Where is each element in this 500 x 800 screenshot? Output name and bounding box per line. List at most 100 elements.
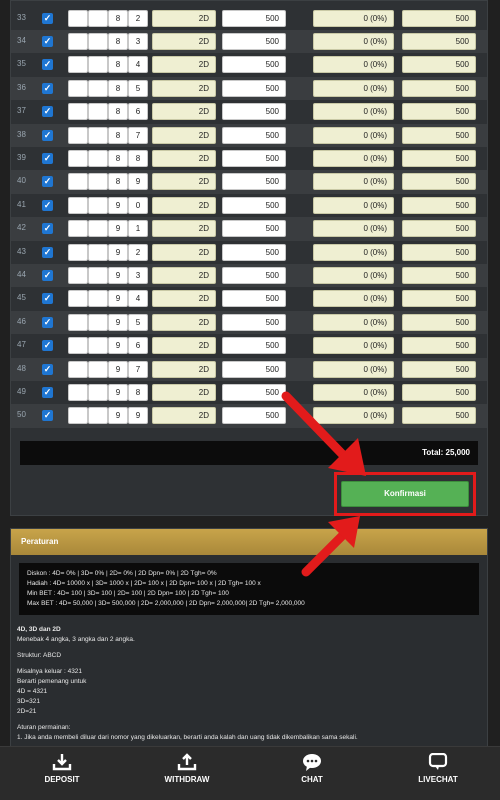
- digit-2-input[interactable]: [88, 407, 108, 425]
- digit-3-input[interactable]: 9: [108, 266, 128, 284]
- digit-1-input[interactable]: [68, 32, 88, 50]
- digit-2-input[interactable]: [88, 383, 108, 401]
- bet-amount-input[interactable]: 500: [222, 220, 286, 238]
- digit-2-input[interactable]: [88, 313, 108, 331]
- digit-2-input[interactable]: [88, 9, 108, 27]
- row-checkbox[interactable]: ✓: [42, 59, 53, 71]
- digit-4-input[interactable]: 4: [128, 56, 148, 74]
- row-checkbox[interactable]: ✓: [42, 176, 53, 188]
- digit-3-input[interactable]: 9: [108, 360, 128, 378]
- nav-withdraw[interactable]: WITHDRAW: [137, 747, 237, 800]
- digit-4-input[interactable]: 7: [128, 126, 148, 144]
- digit-1-input[interactable]: [68, 9, 88, 27]
- row-checkbox[interactable]: ✓: [42, 82, 53, 94]
- row-checkbox[interactable]: ✓: [42, 152, 53, 164]
- digit-3-input[interactable]: 8: [108, 103, 128, 121]
- confirm-button[interactable]: Konfirmasi: [341, 481, 469, 507]
- digit-4-input[interactable]: 4: [128, 290, 148, 308]
- bet-amount-input[interactable]: 500: [222, 196, 286, 214]
- digit-1-input[interactable]: [68, 126, 88, 144]
- digit-3-input[interactable]: 9: [108, 243, 128, 261]
- bet-amount-input[interactable]: 500: [222, 383, 286, 401]
- row-checkbox[interactable]: ✓: [42, 199, 53, 211]
- digit-2-input[interactable]: [88, 79, 108, 97]
- nav-deposit[interactable]: DEPOSIT: [12, 747, 112, 800]
- digit-1-input[interactable]: [68, 149, 88, 167]
- digit-4-input[interactable]: 8: [128, 383, 148, 401]
- bet-amount-input[interactable]: 500: [222, 337, 286, 355]
- digit-3-input[interactable]: 8: [108, 79, 128, 97]
- digit-1-input[interactable]: [68, 196, 88, 214]
- digit-4-input[interactable]: 6: [128, 337, 148, 355]
- row-checkbox[interactable]: ✓: [42, 12, 53, 24]
- digit-4-input[interactable]: 9: [128, 407, 148, 425]
- digit-3-input[interactable]: 9: [108, 383, 128, 401]
- digit-4-input[interactable]: 3: [128, 32, 148, 50]
- nav-livechat[interactable]: LIVECHAT: [388, 747, 488, 800]
- digit-1-input[interactable]: [68, 290, 88, 308]
- row-checkbox[interactable]: ✓: [42, 293, 53, 305]
- bet-amount-input[interactable]: 500: [222, 56, 286, 74]
- row-checkbox[interactable]: ✓: [42, 35, 53, 47]
- bet-amount-input[interactable]: 500: [222, 126, 286, 144]
- row-checkbox[interactable]: ✓: [42, 269, 53, 281]
- bet-amount-input[interactable]: 500: [222, 79, 286, 97]
- digit-4-input[interactable]: 5: [128, 79, 148, 97]
- bet-amount-input[interactable]: 500: [222, 9, 286, 27]
- digit-1-input[interactable]: [68, 243, 88, 261]
- digit-4-input[interactable]: 7: [128, 360, 148, 378]
- digit-3-input[interactable]: 8: [108, 9, 128, 27]
- digit-3-input[interactable]: 8: [108, 173, 128, 191]
- digit-1-input[interactable]: [68, 407, 88, 425]
- digit-4-input[interactable]: 8: [128, 149, 148, 167]
- digit-3-input[interactable]: 9: [108, 220, 128, 238]
- digit-2-input[interactable]: [88, 220, 108, 238]
- bet-amount-input[interactable]: 500: [222, 103, 286, 121]
- digit-1-input[interactable]: [68, 313, 88, 331]
- digit-2-input[interactable]: [88, 266, 108, 284]
- digit-4-input[interactable]: 2: [128, 9, 148, 27]
- digit-3-input[interactable]: 9: [108, 313, 128, 331]
- digit-3-input[interactable]: 8: [108, 149, 128, 167]
- bet-amount-input[interactable]: 500: [222, 266, 286, 284]
- row-checkbox[interactable]: ✓: [42, 129, 53, 141]
- row-checkbox[interactable]: ✓: [42, 340, 53, 352]
- digit-1-input[interactable]: [68, 266, 88, 284]
- bet-amount-input[interactable]: 500: [222, 407, 286, 425]
- digit-1-input[interactable]: [68, 56, 88, 74]
- digit-1-input[interactable]: [68, 337, 88, 355]
- bet-amount-input[interactable]: 500: [222, 290, 286, 308]
- digit-2-input[interactable]: [88, 290, 108, 308]
- digit-2-input[interactable]: [88, 196, 108, 214]
- digit-2-input[interactable]: [88, 173, 108, 191]
- digit-1-input[interactable]: [68, 220, 88, 238]
- row-checkbox[interactable]: ✓: [42, 363, 53, 375]
- digit-3-input[interactable]: 8: [108, 32, 128, 50]
- digit-2-input[interactable]: [88, 360, 108, 378]
- digit-4-input[interactable]: 9: [128, 173, 148, 191]
- digit-4-input[interactable]: 6: [128, 103, 148, 121]
- bet-amount-input[interactable]: 500: [222, 360, 286, 378]
- digit-4-input[interactable]: 1: [128, 220, 148, 238]
- bet-amount-input[interactable]: 500: [222, 149, 286, 167]
- row-checkbox[interactable]: ✓: [42, 246, 53, 258]
- digit-3-input[interactable]: 9: [108, 196, 128, 214]
- digit-1-input[interactable]: [68, 383, 88, 401]
- row-checkbox[interactable]: ✓: [42, 316, 53, 328]
- digit-2-input[interactable]: [88, 56, 108, 74]
- row-checkbox[interactable]: ✓: [42, 223, 53, 235]
- row-checkbox[interactable]: ✓: [42, 386, 53, 398]
- digit-1-input[interactable]: [68, 360, 88, 378]
- digit-2-input[interactable]: [88, 243, 108, 261]
- digit-1-input[interactable]: [68, 173, 88, 191]
- digit-3-input[interactable]: 8: [108, 126, 128, 144]
- digit-3-input[interactable]: 9: [108, 290, 128, 308]
- digit-4-input[interactable]: 3: [128, 266, 148, 284]
- bet-amount-input[interactable]: 500: [222, 243, 286, 261]
- digit-2-input[interactable]: [88, 32, 108, 50]
- bet-amount-input[interactable]: 500: [222, 173, 286, 191]
- digit-3-input[interactable]: 8: [108, 56, 128, 74]
- digit-4-input[interactable]: 2: [128, 243, 148, 261]
- digit-2-input[interactable]: [88, 103, 108, 121]
- digit-4-input[interactable]: 0: [128, 196, 148, 214]
